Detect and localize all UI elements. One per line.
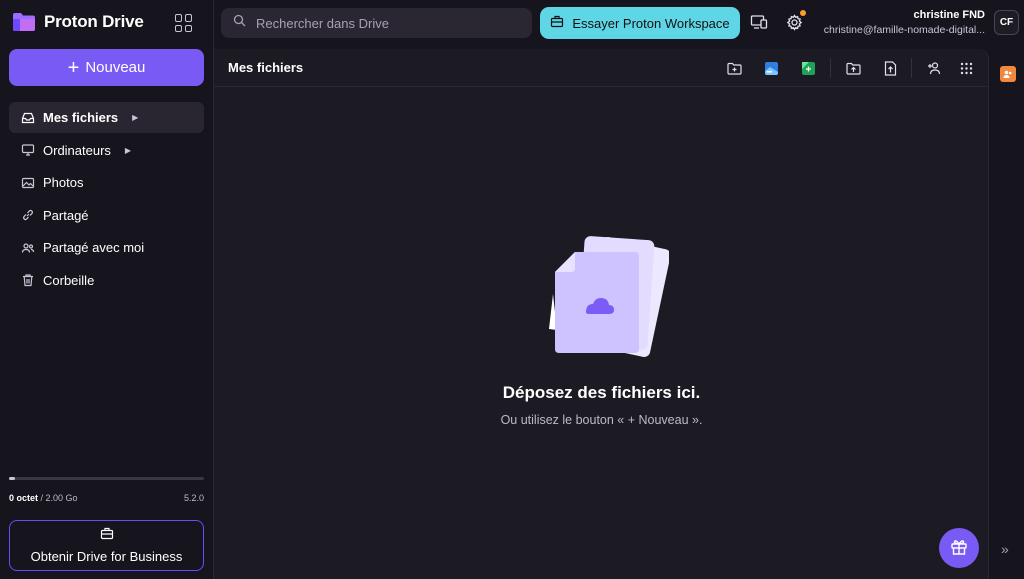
settings-gear-icon[interactable] — [785, 13, 803, 31]
contacts-app-icon[interactable] — [1000, 66, 1016, 82]
user-menu[interactable]: christine FND christine@famille-nomade-d… — [824, 9, 985, 36]
search-placeholder: Rechercher dans Drive — [256, 15, 389, 31]
get-drive-business-button[interactable]: Obtenir Drive for Business — [9, 520, 204, 571]
storage-indicator: 0 octet / 2.00 Go 5.2.0 — [9, 477, 204, 503]
folder-logo-icon — [12, 12, 36, 32]
briefcase-icon — [550, 15, 564, 31]
storage-used: 0 octet — [9, 493, 39, 503]
plus-icon: + — [67, 56, 80, 79]
link-icon — [21, 208, 35, 222]
sidebar-nav: Mes fichiers ▶ Ordinateurs ▶ Photos Part… — [9, 102, 204, 297]
sidebar-item-label: Partagé avec moi — [43, 240, 145, 255]
more-options-grid-icon[interactable] — [958, 60, 974, 76]
caret-right-icon[interactable]: ▶ — [132, 113, 138, 122]
new-button-label: Nouveau — [85, 59, 146, 76]
new-spreadsheet-icon[interactable] — [800, 60, 816, 76]
main-toolbar: Mes fichiers — [214, 49, 988, 87]
sidebar-item-shared[interactable]: Partagé — [9, 200, 204, 231]
sidebar-item-label: Photos — [43, 175, 84, 190]
trash-icon — [21, 273, 35, 287]
upload-folder-icon[interactable] — [845, 60, 861, 76]
new-document-icon[interactable] — [763, 60, 779, 76]
new-button[interactable]: + Nouveau — [9, 49, 204, 86]
storage-progress-fill — [9, 477, 15, 480]
sidebar-item-trash[interactable]: Corbeille — [9, 265, 204, 296]
app-name: Proton Drive — [44, 12, 144, 31]
empty-folder-illustration — [549, 234, 671, 359]
notification-dot — [800, 10, 806, 16]
apps-grid-icon[interactable] — [175, 14, 193, 32]
empty-state-subtitle: Ou utilisez le bouton « + Nouveau ». — [500, 413, 703, 427]
search-input[interactable]: Rechercher dans Drive — [221, 8, 532, 38]
storage-usage: 0 octet / 2.00 Go — [9, 493, 78, 503]
devices-icon[interactable] — [750, 13, 768, 31]
storage-progress-bar — [9, 477, 204, 480]
app-version: 5.2.0 — [183, 493, 204, 503]
toolbar-divider — [830, 58, 831, 78]
monitor-icon — [21, 143, 35, 157]
sidebar-item-my-files[interactable]: Mes fichiers ▶ — [9, 102, 204, 133]
briefcase-icon — [100, 527, 114, 543]
sidebar-item-label: Mes fichiers — [43, 110, 119, 125]
users-icon — [21, 241, 35, 255]
avatar[interactable]: CF — [994, 10, 1019, 35]
image-icon — [21, 176, 35, 190]
upload-file-icon[interactable] — [882, 60, 898, 76]
try-proton-workspace-button[interactable]: Essayer Proton Workspace — [540, 7, 740, 39]
gift-button[interactable] — [939, 528, 979, 568]
page-title: Mes fichiers — [228, 60, 304, 75]
sidebar: Proton Drive + Nouveau Mes fichiers ▶ Or… — [0, 0, 214, 579]
storage-total: 2.00 Go — [45, 493, 78, 503]
proton-drive-logo[interactable]: Proton Drive — [12, 10, 144, 34]
gift-icon — [950, 538, 968, 559]
user-name: christine FND — [913, 9, 985, 21]
expand-panel-icon[interactable]: » — [1001, 541, 1009, 557]
sidebar-item-photos[interactable]: Photos — [9, 167, 204, 198]
sidebar-item-label: Ordinateurs — [43, 142, 111, 158]
toolbar-divider — [911, 58, 912, 78]
caret-right-icon[interactable]: ▶ — [125, 146, 131, 155]
inbox-icon — [21, 111, 35, 125]
workspace-button-label: Essayer Proton Workspace — [572, 15, 730, 31]
storage-separator: / — [38, 493, 46, 503]
sidebar-item-computers[interactable]: Ordinateurs ▶ — [9, 135, 204, 166]
sidebar-item-label: Corbeille — [43, 272, 95, 288]
new-folder-icon[interactable] — [726, 60, 742, 76]
share-user-icon[interactable] — [926, 60, 942, 76]
search-icon — [233, 14, 246, 32]
main-panel: Mes fichiers Déposez des fichiers ici. O… — [214, 49, 989, 579]
sidebar-item-label: Partagé — [43, 207, 89, 223]
business-button-label: Obtenir Drive for Business — [30, 549, 183, 564]
user-email: christine@famille-nomade-digital... — [823, 24, 985, 36]
empty-state-title: Déposez des fichiers ici. — [502, 383, 701, 402]
sidebar-item-shared-with-me[interactable]: Partagé avec moi — [9, 232, 204, 263]
